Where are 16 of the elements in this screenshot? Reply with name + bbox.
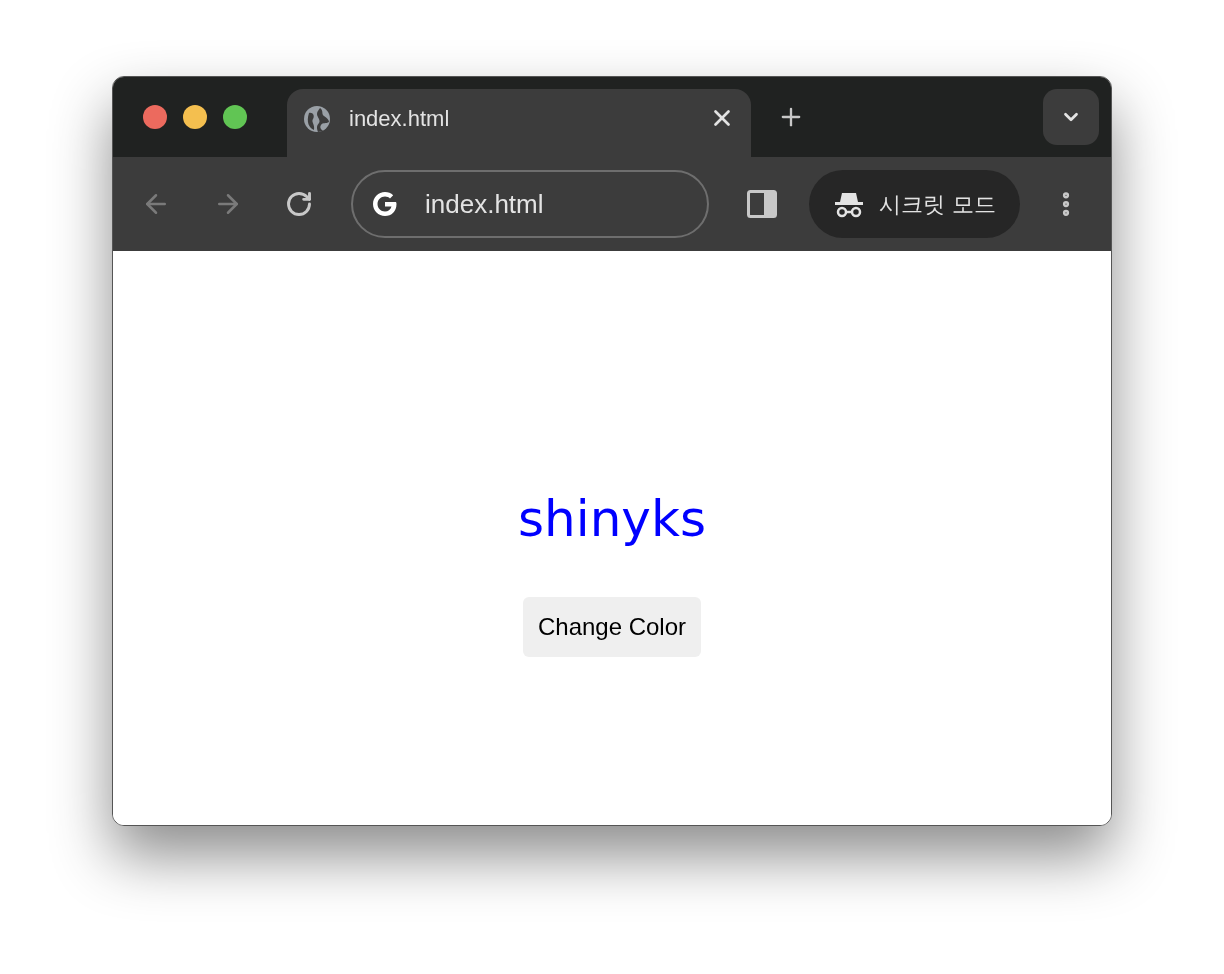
tab-title: index.html bbox=[349, 105, 451, 133]
g-logo-icon bbox=[371, 190, 399, 218]
incognito-label: 시크릿 모드 bbox=[879, 190, 996, 219]
incognito-badge[interactable]: 시크릿 모드 bbox=[809, 170, 1020, 238]
minimize-window-button[interactable] bbox=[183, 105, 207, 129]
incognito-icon bbox=[833, 190, 865, 218]
browser-tab[interactable]: index.html bbox=[287, 89, 751, 157]
address-text: index.html bbox=[425, 187, 544, 221]
close-window-button[interactable] bbox=[143, 105, 167, 129]
globe-icon bbox=[303, 105, 331, 133]
zoom-window-button[interactable] bbox=[223, 105, 247, 129]
reload-icon[interactable] bbox=[285, 190, 313, 218]
change-color-button[interactable]: Change Color bbox=[522, 597, 702, 657]
address-bar[interactable]: index.html bbox=[351, 170, 709, 238]
page-heading: shinyks bbox=[518, 489, 706, 549]
side-panel-icon[interactable] bbox=[747, 190, 777, 218]
